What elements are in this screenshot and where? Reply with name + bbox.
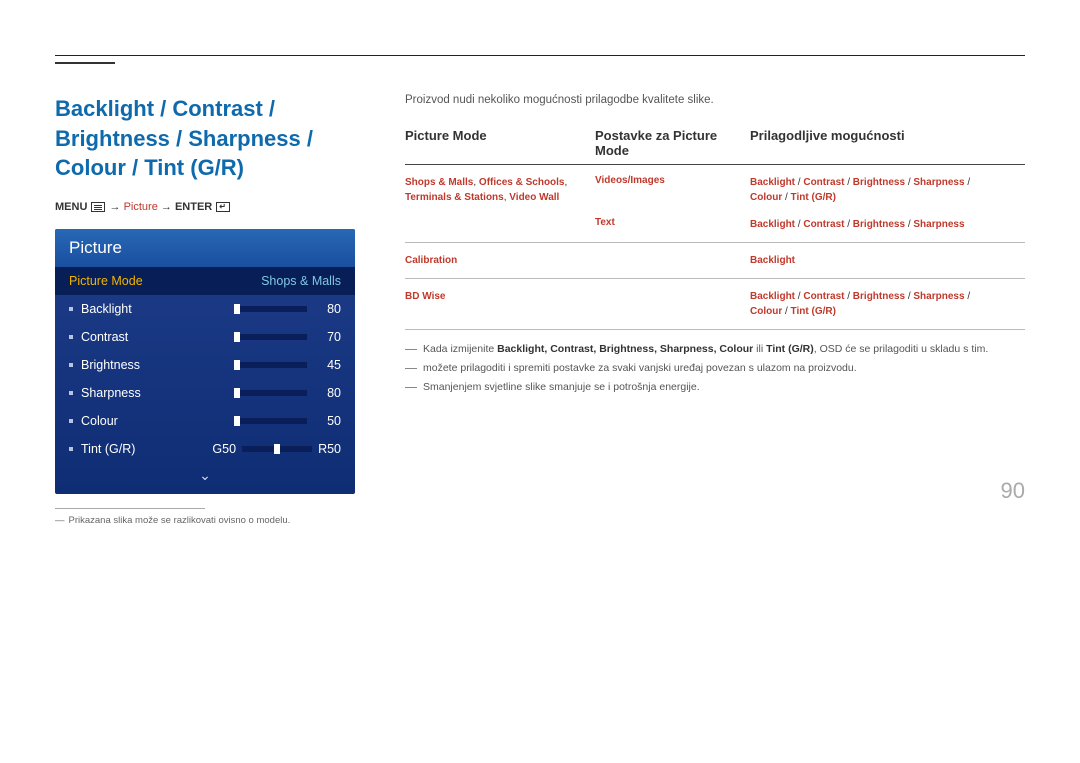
osd-slider[interactable] bbox=[237, 390, 307, 396]
note-text: , OSD će se prilagoditi u skladu s tim. bbox=[814, 343, 989, 355]
mode-part: Offices & Schools bbox=[479, 177, 565, 188]
mode-part: Video Wall bbox=[509, 192, 559, 203]
chevron-down-icon[interactable]: ⌄ bbox=[55, 463, 355, 486]
cell-mode: Calibration bbox=[405, 253, 595, 268]
breadcrumb: MENU → Picture → ENTER bbox=[55, 201, 355, 213]
osd-label: Sharpness bbox=[81, 386, 237, 400]
osd-label: Colour bbox=[81, 414, 237, 428]
osd-row-tint[interactable]: Tint (G/R) G50 R50 bbox=[55, 435, 355, 463]
footnote-text: Prikazana slika može se razlikovati ovis… bbox=[69, 515, 291, 526]
cell-setting bbox=[595, 289, 750, 319]
osd-value: 70 bbox=[317, 330, 341, 344]
breadcrumb-enter: ENTER bbox=[175, 201, 212, 213]
osd-row-brightness[interactable]: Brightness 45 bbox=[55, 351, 355, 379]
osd-label: Backlight bbox=[81, 302, 237, 316]
cell-mode: BD Wise bbox=[405, 289, 595, 319]
list-dot-icon bbox=[69, 363, 73, 367]
osd-tint-g: G50 bbox=[212, 442, 236, 456]
note-line: možete prilagoditi i spremiti postavke z… bbox=[405, 359, 1025, 378]
osd-slider[interactable] bbox=[237, 418, 307, 424]
list-dot-icon bbox=[69, 391, 73, 395]
osd-value: 50 bbox=[317, 414, 341, 428]
note-text: ili bbox=[753, 343, 766, 355]
list-dot-icon bbox=[69, 307, 73, 311]
cell-options: Backlight / Contrast / Brightness / Shar… bbox=[750, 217, 1025, 232]
osd-row-backlight[interactable]: Backlight 80 bbox=[55, 295, 355, 323]
note-line: Kada izmijenite Backlight, Contrast, Bri… bbox=[405, 340, 1025, 359]
table-row: BD Wise Backlight / Contrast / Brightnes… bbox=[405, 279, 1025, 330]
breadcrumb-menu: MENU bbox=[55, 201, 87, 213]
note-line: Smanjenjem svjetline slike smanjuje se i… bbox=[405, 378, 1025, 397]
osd-row-contrast[interactable]: Contrast 70 bbox=[55, 323, 355, 351]
osd-label: Contrast bbox=[81, 330, 237, 344]
enter-icon bbox=[216, 202, 230, 212]
menu-icon bbox=[91, 202, 105, 212]
note-bold: Backlight, Contrast, Brightness, Sharpne… bbox=[497, 343, 753, 355]
note-text: Kada izmijenite bbox=[423, 343, 497, 355]
footnote: ―Prikazana slika može se razlikovati ovi… bbox=[55, 515, 355, 526]
note-text: Smanjenjem svjetline slike smanjuje se i… bbox=[423, 381, 700, 393]
osd-slider[interactable] bbox=[237, 306, 307, 312]
osd-value: 80 bbox=[317, 302, 341, 316]
notes-block: Kada izmijenite Backlight, Contrast, Bri… bbox=[405, 340, 1025, 397]
osd-slider[interactable] bbox=[237, 362, 307, 368]
slider-knob-icon bbox=[234, 388, 240, 398]
mode-part: Shops & Malls bbox=[405, 177, 473, 188]
slider-knob-icon bbox=[234, 304, 240, 314]
note-bold: Tint (G/R) bbox=[766, 343, 814, 355]
osd-row-colour[interactable]: Colour 50 bbox=[55, 407, 355, 435]
slider-knob-icon bbox=[234, 332, 240, 342]
header-divider bbox=[55, 55, 1025, 56]
osd-row-picture-mode[interactable]: Picture Mode Shops & Malls bbox=[55, 267, 355, 295]
page-title: Backlight / Contrast / Brightness / Shar… bbox=[55, 94, 355, 183]
osd-row-sharpness[interactable]: Sharpness 80 bbox=[55, 379, 355, 407]
chapter-mark bbox=[55, 62, 115, 64]
page-number: 90 bbox=[1001, 478, 1025, 504]
cell-setting bbox=[595, 253, 750, 268]
osd-panel: Picture Picture Mode Shops & Malls Backl… bbox=[55, 229, 355, 494]
slider-knob-icon bbox=[234, 360, 240, 370]
table-row: Shops & Malls, Offices & Schools, Termin… bbox=[405, 165, 1025, 243]
osd-tint-r: R50 bbox=[318, 442, 341, 456]
arrow-icon: → bbox=[110, 201, 121, 213]
arrow-icon: → bbox=[161, 201, 172, 213]
list-dot-icon bbox=[69, 419, 73, 423]
th-settings: Postavke za Picture Mode bbox=[595, 128, 750, 158]
note-text: možete prilagoditi i spremiti postavke z… bbox=[423, 362, 857, 374]
intro-text: Proizvod nudi nekoliko mogućnosti prilag… bbox=[405, 94, 1025, 106]
osd-label: Brightness bbox=[81, 358, 237, 372]
table-header-row: Picture Mode Postavke za Picture Mode Pr… bbox=[405, 128, 1025, 165]
cell-options: Backlight bbox=[750, 253, 1025, 268]
th-adjustable: Prilagodljive mogućnosti bbox=[750, 128, 1025, 158]
cell-options: Backlight / Contrast / Brightness / Shar… bbox=[750, 175, 1025, 205]
list-dot-icon bbox=[69, 335, 73, 339]
cell-mode: Shops & Malls, Offices & Schools, Termin… bbox=[405, 175, 595, 232]
table-row: Calibration Backlight bbox=[405, 243, 1025, 279]
osd-value: Shops & Malls bbox=[261, 274, 341, 288]
slider-knob-icon bbox=[234, 416, 240, 426]
cell-options: Backlight / Contrast / Brightness / Shar… bbox=[750, 289, 1025, 319]
osd-tint-slider[interactable] bbox=[242, 446, 312, 452]
slider-knob-icon bbox=[274, 444, 280, 454]
cell-setting: Text bbox=[595, 217, 750, 232]
cell-setting: Videos/Images bbox=[595, 175, 750, 205]
osd-value: 80 bbox=[317, 386, 341, 400]
osd-label: Picture Mode bbox=[69, 274, 261, 288]
osd-slider[interactable] bbox=[237, 334, 307, 340]
osd-title: Picture bbox=[55, 229, 355, 267]
osd-value: 45 bbox=[317, 358, 341, 372]
footnote-divider bbox=[55, 508, 205, 509]
th-picture-mode: Picture Mode bbox=[405, 128, 595, 158]
osd-label: Tint (G/R) bbox=[81, 442, 212, 456]
list-dot-icon bbox=[69, 447, 73, 451]
mode-part: Terminals & Stations bbox=[405, 192, 504, 203]
breadcrumb-picture: Picture bbox=[124, 201, 158, 213]
